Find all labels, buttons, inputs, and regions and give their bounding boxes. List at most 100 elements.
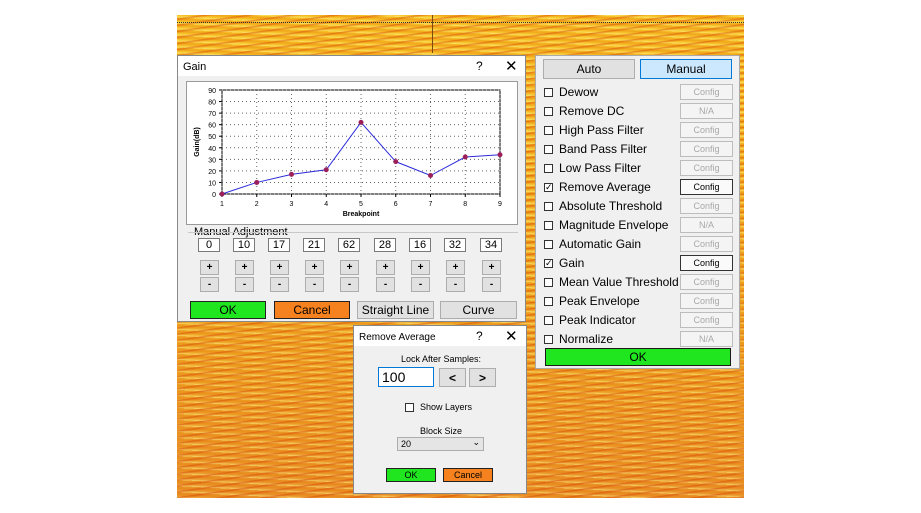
filter-config-button[interactable]: Config xyxy=(680,160,733,176)
filter-checkbox[interactable] xyxy=(544,277,553,287)
prev-button[interactable]: < xyxy=(439,368,466,387)
minus-button[interactable]: - xyxy=(305,277,324,292)
filter-row[interactable]: Peak Indicator xyxy=(544,311,636,329)
remove-average-cancel-button[interactable]: Cancel xyxy=(443,468,493,482)
filter-checkbox[interactable] xyxy=(544,296,553,306)
filter-config-button[interactable]: Config xyxy=(680,293,733,309)
filter-row[interactable]: Peak Envelope xyxy=(544,292,640,310)
gain-title: Gain xyxy=(183,61,207,73)
filter-row[interactable]: Low Pass Filter xyxy=(544,159,641,177)
gain-point xyxy=(254,179,260,185)
minus-button[interactable]: - xyxy=(411,277,430,292)
filter-config-button[interactable]: Config xyxy=(680,274,733,290)
filter-checkbox[interactable] xyxy=(544,201,553,211)
filter-config-button[interactable]: Config xyxy=(680,179,733,195)
filter-checkbox[interactable]: ✓ xyxy=(544,258,553,268)
gain-value-box[interactable]: 0 xyxy=(198,238,220,252)
filter-row[interactable]: Magnitude Envelope xyxy=(544,216,668,234)
plus-button[interactable]: + xyxy=(305,260,324,275)
gain-value-box[interactable]: 16 xyxy=(409,238,431,252)
filter-label: Band Pass Filter xyxy=(559,142,648,156)
lock-samples-input[interactable]: 100 xyxy=(378,367,434,387)
filter-config-button[interactable]: Config xyxy=(680,236,733,252)
plus-button[interactable]: + xyxy=(376,260,395,275)
filter-config-button[interactable]: Config xyxy=(680,84,733,100)
plus-button[interactable]: + xyxy=(200,260,219,275)
filter-checkbox[interactable] xyxy=(544,144,553,154)
filter-row[interactable]: Dewow xyxy=(544,83,598,101)
filter-row[interactable]: ✓ Gain xyxy=(544,254,584,272)
minus-button[interactable]: - xyxy=(200,277,219,292)
gain-value-box[interactable]: 62 xyxy=(338,238,360,252)
filter-label: Dewow xyxy=(559,85,599,99)
x-tick-label: 2 xyxy=(255,201,259,208)
gain-cancel-button[interactable]: Cancel xyxy=(274,301,350,319)
gain-value-box[interactable]: 17 xyxy=(268,238,290,252)
filter-label: Magnitude Envelope xyxy=(559,218,669,232)
filter-ok-button[interactable]: OK xyxy=(545,348,731,366)
filter-row[interactable]: Mean Value Threshold xyxy=(544,273,679,291)
minus-button[interactable]: - xyxy=(270,277,289,292)
help-icon[interactable]: ? xyxy=(476,329,483,343)
filter-checkbox[interactable] xyxy=(544,125,553,135)
filter-config-button[interactable]: Config xyxy=(680,255,733,271)
filter-config-button[interactable]: Config xyxy=(680,122,733,138)
y-tick-label: 0 xyxy=(212,192,216,199)
x-tick-label: 9 xyxy=(498,201,502,208)
straight-line-button[interactable]: Straight Line xyxy=(357,301,434,319)
filter-row[interactable]: Remove DC xyxy=(544,102,624,120)
filter-config-button[interactable]: Config xyxy=(680,312,733,328)
gain-value-box[interactable]: 32 xyxy=(444,238,466,252)
filter-row[interactable]: Automatic Gain xyxy=(544,235,641,253)
filter-checkbox[interactable] xyxy=(544,315,553,325)
plus-button[interactable]: + xyxy=(482,260,501,275)
gain-value-box[interactable]: 28 xyxy=(374,238,396,252)
gain-value-box[interactable]: 34 xyxy=(480,238,502,252)
filter-checkbox[interactable] xyxy=(544,163,553,173)
plus-button[interactable]: + xyxy=(411,260,430,275)
curve-button[interactable]: Curve xyxy=(440,301,517,319)
gain-ok-button[interactable]: OK xyxy=(190,301,266,319)
show-layers-checkbox[interactable]: Show Layers xyxy=(405,402,472,412)
filter-row[interactable]: Normalize xyxy=(544,330,613,348)
remove-average-ok-button[interactable]: OK xyxy=(386,468,436,482)
filter-row[interactable]: Absolute Threshold xyxy=(544,197,662,215)
filter-config-button[interactable]: N/A xyxy=(680,103,733,119)
minus-button[interactable]: - xyxy=(446,277,465,292)
filter-config-button[interactable]: Config xyxy=(680,141,733,157)
remove-average-title: Remove Average xyxy=(359,332,436,343)
minus-button[interactable]: - xyxy=(376,277,395,292)
close-icon[interactable]: ✕ xyxy=(505,57,518,75)
filter-checkbox[interactable] xyxy=(544,106,553,116)
filter-config-button[interactable]: N/A xyxy=(680,331,733,347)
plus-button[interactable]: + xyxy=(235,260,254,275)
minus-button[interactable]: - xyxy=(340,277,359,292)
minus-button[interactable]: - xyxy=(235,277,254,292)
filter-row[interactable]: Band Pass Filter xyxy=(544,140,647,158)
auto-button[interactable]: Auto xyxy=(543,59,635,79)
filter-checkbox[interactable]: ✓ xyxy=(544,182,553,192)
close-icon[interactable]: ✕ xyxy=(505,327,518,345)
filter-checkbox[interactable] xyxy=(544,334,553,344)
filter-checkbox[interactable] xyxy=(544,87,553,97)
plus-button[interactable]: + xyxy=(446,260,465,275)
radargram-cursor-line xyxy=(432,15,433,53)
filter-config-button[interactable]: Config xyxy=(680,198,733,214)
gain-point xyxy=(393,159,399,165)
gain-point xyxy=(462,154,468,160)
show-layers-box[interactable] xyxy=(405,402,414,412)
gain-value-box[interactable]: 10 xyxy=(233,238,255,252)
filter-checkbox[interactable] xyxy=(544,220,553,230)
block-size-select[interactable]: 20 ⌄ xyxy=(397,437,484,451)
plus-button[interactable]: + xyxy=(270,260,289,275)
filter-row[interactable]: ✓ Remove Average xyxy=(544,178,651,196)
plus-button[interactable]: + xyxy=(340,260,359,275)
help-icon[interactable]: ? xyxy=(476,59,483,73)
manual-button[interactable]: Manual xyxy=(640,59,732,79)
next-button[interactable]: > xyxy=(469,368,496,387)
gain-value-box[interactable]: 21 xyxy=(303,238,325,252)
minus-button[interactable]: - xyxy=(482,277,501,292)
filter-row[interactable]: High Pass Filter xyxy=(544,121,644,139)
filter-config-button[interactable]: N/A xyxy=(680,217,733,233)
filter-checkbox[interactable] xyxy=(544,239,553,249)
